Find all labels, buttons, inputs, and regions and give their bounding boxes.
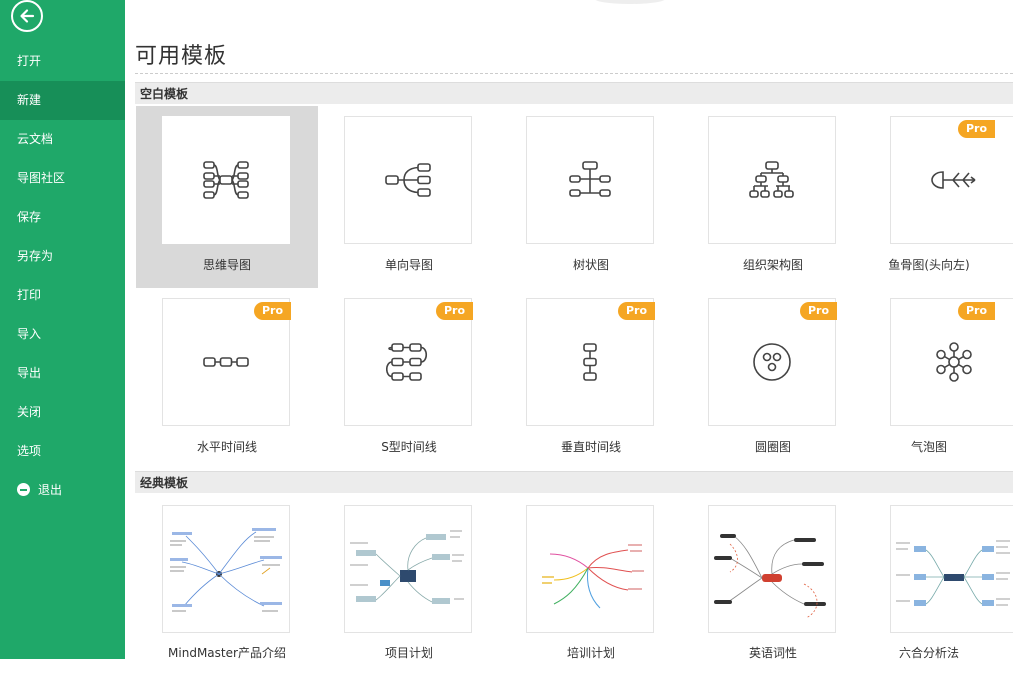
menu-item-open[interactable]: 打开 <box>0 42 125 81</box>
pro-badge: Pro <box>799 302 837 320</box>
template-card <box>526 116 654 244</box>
template-project-plan[interactable]: 项目计划 <box>318 495 500 677</box>
menu-item-exit[interactable]: 退出 <box>0 471 125 510</box>
template-preview <box>890 505 1013 633</box>
minus-circle-icon <box>17 483 30 496</box>
template-preview <box>162 505 290 633</box>
file-menu: 打开 新建 云文档 导图社区 保存 另存为 打印 导入 导出 关闭 选项 退出 <box>0 42 125 510</box>
pro-badge: Pro <box>253 302 291 320</box>
template-label: 垂直时间线 <box>560 440 621 454</box>
menu-item-new[interactable]: 新建 <box>0 81 125 120</box>
template-six-hats-analysis[interactable]: 六合分析法 <box>864 495 1013 677</box>
menu-item-label: 新建 <box>17 93 42 107</box>
template-label: 水平时间线 <box>196 440 257 454</box>
section-heading-blank: 空白模板 <box>135 82 1013 104</box>
pro-badge: Pro <box>435 302 473 320</box>
menu-item-label: 退出 <box>38 483 63 497</box>
template-circle-map[interactable]: Pro 圆圈图 <box>682 288 864 470</box>
menu-item-export[interactable]: 导出 <box>0 354 125 393</box>
arrow-left-icon <box>20 9 35 23</box>
tree-map-icon <box>569 161 611 197</box>
title-divider <box>135 73 1013 74</box>
menu-item-label: 选项 <box>17 444 42 458</box>
template-label: 组织架构图 <box>742 258 803 272</box>
template-panel: 可用模板 空白模板 思维导图 单向导图 树状图 组织架构图 Pro 鱼骨图(头向… <box>125 0 1013 660</box>
template-label: 单向导图 <box>384 258 433 272</box>
template-right-map[interactable]: 单向导图 <box>318 106 500 288</box>
training-plan-preview-image <box>542 544 644 609</box>
sidebar: 打开 新建 云文档 导图社区 保存 另存为 打印 导入 导出 关闭 选项 退出 <box>0 0 125 659</box>
template-horizontal-timeline[interactable]: Pro 水平时间线 <box>136 288 318 470</box>
template-mind-map[interactable]: 思维导图 <box>136 106 318 288</box>
menu-item-label: 打开 <box>17 54 42 68</box>
pro-badge: Pro <box>617 302 655 320</box>
project-plan-preview-image <box>350 530 464 604</box>
menu-item-label: 云文档 <box>17 132 54 146</box>
vertical-timeline-icon <box>583 343 597 381</box>
menu-item-label: 另存为 <box>17 249 54 263</box>
menu-item-cloud-docs[interactable]: 云文档 <box>0 120 125 159</box>
template-card <box>162 116 290 244</box>
menu-item-print[interactable]: 打印 <box>0 276 125 315</box>
menu-item-label: 导图社区 <box>17 171 66 185</box>
template-english-pos[interactable]: 英语词性 <box>682 495 864 677</box>
back-button[interactable] <box>11 0 43 32</box>
template-card <box>708 116 836 244</box>
horizontal-timeline-icon <box>203 357 249 367</box>
template-mindmaster-intro[interactable]: MindMaster产品介绍 <box>136 495 318 677</box>
template-bubble-map[interactable]: Pro 气泡图 <box>864 288 1013 470</box>
page-title: 可用模板 <box>135 44 228 69</box>
template-label: 圆圈图 <box>754 440 791 454</box>
template-org-chart[interactable]: 组织架构图 <box>682 106 864 288</box>
template-preview <box>708 505 836 633</box>
menu-item-community[interactable]: 导图社区 <box>0 159 125 198</box>
menu-item-options[interactable]: 选项 <box>0 432 125 471</box>
template-label: 英语词性 <box>748 646 797 660</box>
menu-item-save[interactable]: 保存 <box>0 198 125 237</box>
menu-item-label: 保存 <box>17 210 42 224</box>
six-analysis-preview-image <box>896 540 1010 606</box>
menu-item-label: 导入 <box>17 327 42 341</box>
template-preview <box>526 505 654 633</box>
template-card <box>344 116 472 244</box>
menu-item-label: 关闭 <box>17 405 42 419</box>
org-chart-icon <box>749 161 794 198</box>
mind-map-preview-image <box>170 528 282 612</box>
template-vertical-timeline[interactable]: Pro 垂直时间线 <box>500 288 682 470</box>
right-map-icon <box>385 163 431 197</box>
template-label: S型时间线 <box>381 440 437 454</box>
template-s-timeline[interactable]: Pro S型时间线 <box>318 288 500 470</box>
section-heading-classic: 经典模板 <box>135 471 1013 493</box>
template-fishbone[interactable]: Pro 鱼骨图(头向左) <box>864 106 1013 288</box>
menu-item-save-as[interactable]: 另存为 <box>0 237 125 276</box>
template-label: 气泡图 <box>910 440 947 454</box>
menu-item-label: 导出 <box>17 366 42 380</box>
top-decoration <box>595 0 665 4</box>
pro-badge: Pro <box>957 302 995 320</box>
fishbone-icon <box>931 171 976 189</box>
template-label: 鱼骨图(头向左) <box>888 258 970 272</box>
template-training-plan[interactable]: 培训计划 <box>500 495 682 677</box>
template-label: 六合分析法 <box>898 646 959 660</box>
template-label: 培训计划 <box>566 646 615 660</box>
template-tree-map[interactable]: 树状图 <box>500 106 682 288</box>
mind-map-icon <box>203 161 249 199</box>
template-preview <box>344 505 472 633</box>
template-label: MindMaster产品介绍 <box>168 646 286 660</box>
english-pos-preview-image <box>714 534 826 619</box>
menu-item-close[interactable]: 关闭 <box>0 393 125 432</box>
bubble-map-icon <box>936 342 972 382</box>
template-label: 思维导图 <box>202 258 251 272</box>
template-label: 树状图 <box>572 258 609 272</box>
circle-map-icon <box>753 343 791 381</box>
menu-item-import[interactable]: 导入 <box>0 315 125 354</box>
menu-item-label: 打印 <box>17 288 42 302</box>
s-timeline-icon <box>386 343 428 381</box>
template-label: 项目计划 <box>384 646 433 660</box>
pro-badge: Pro <box>957 120 995 138</box>
